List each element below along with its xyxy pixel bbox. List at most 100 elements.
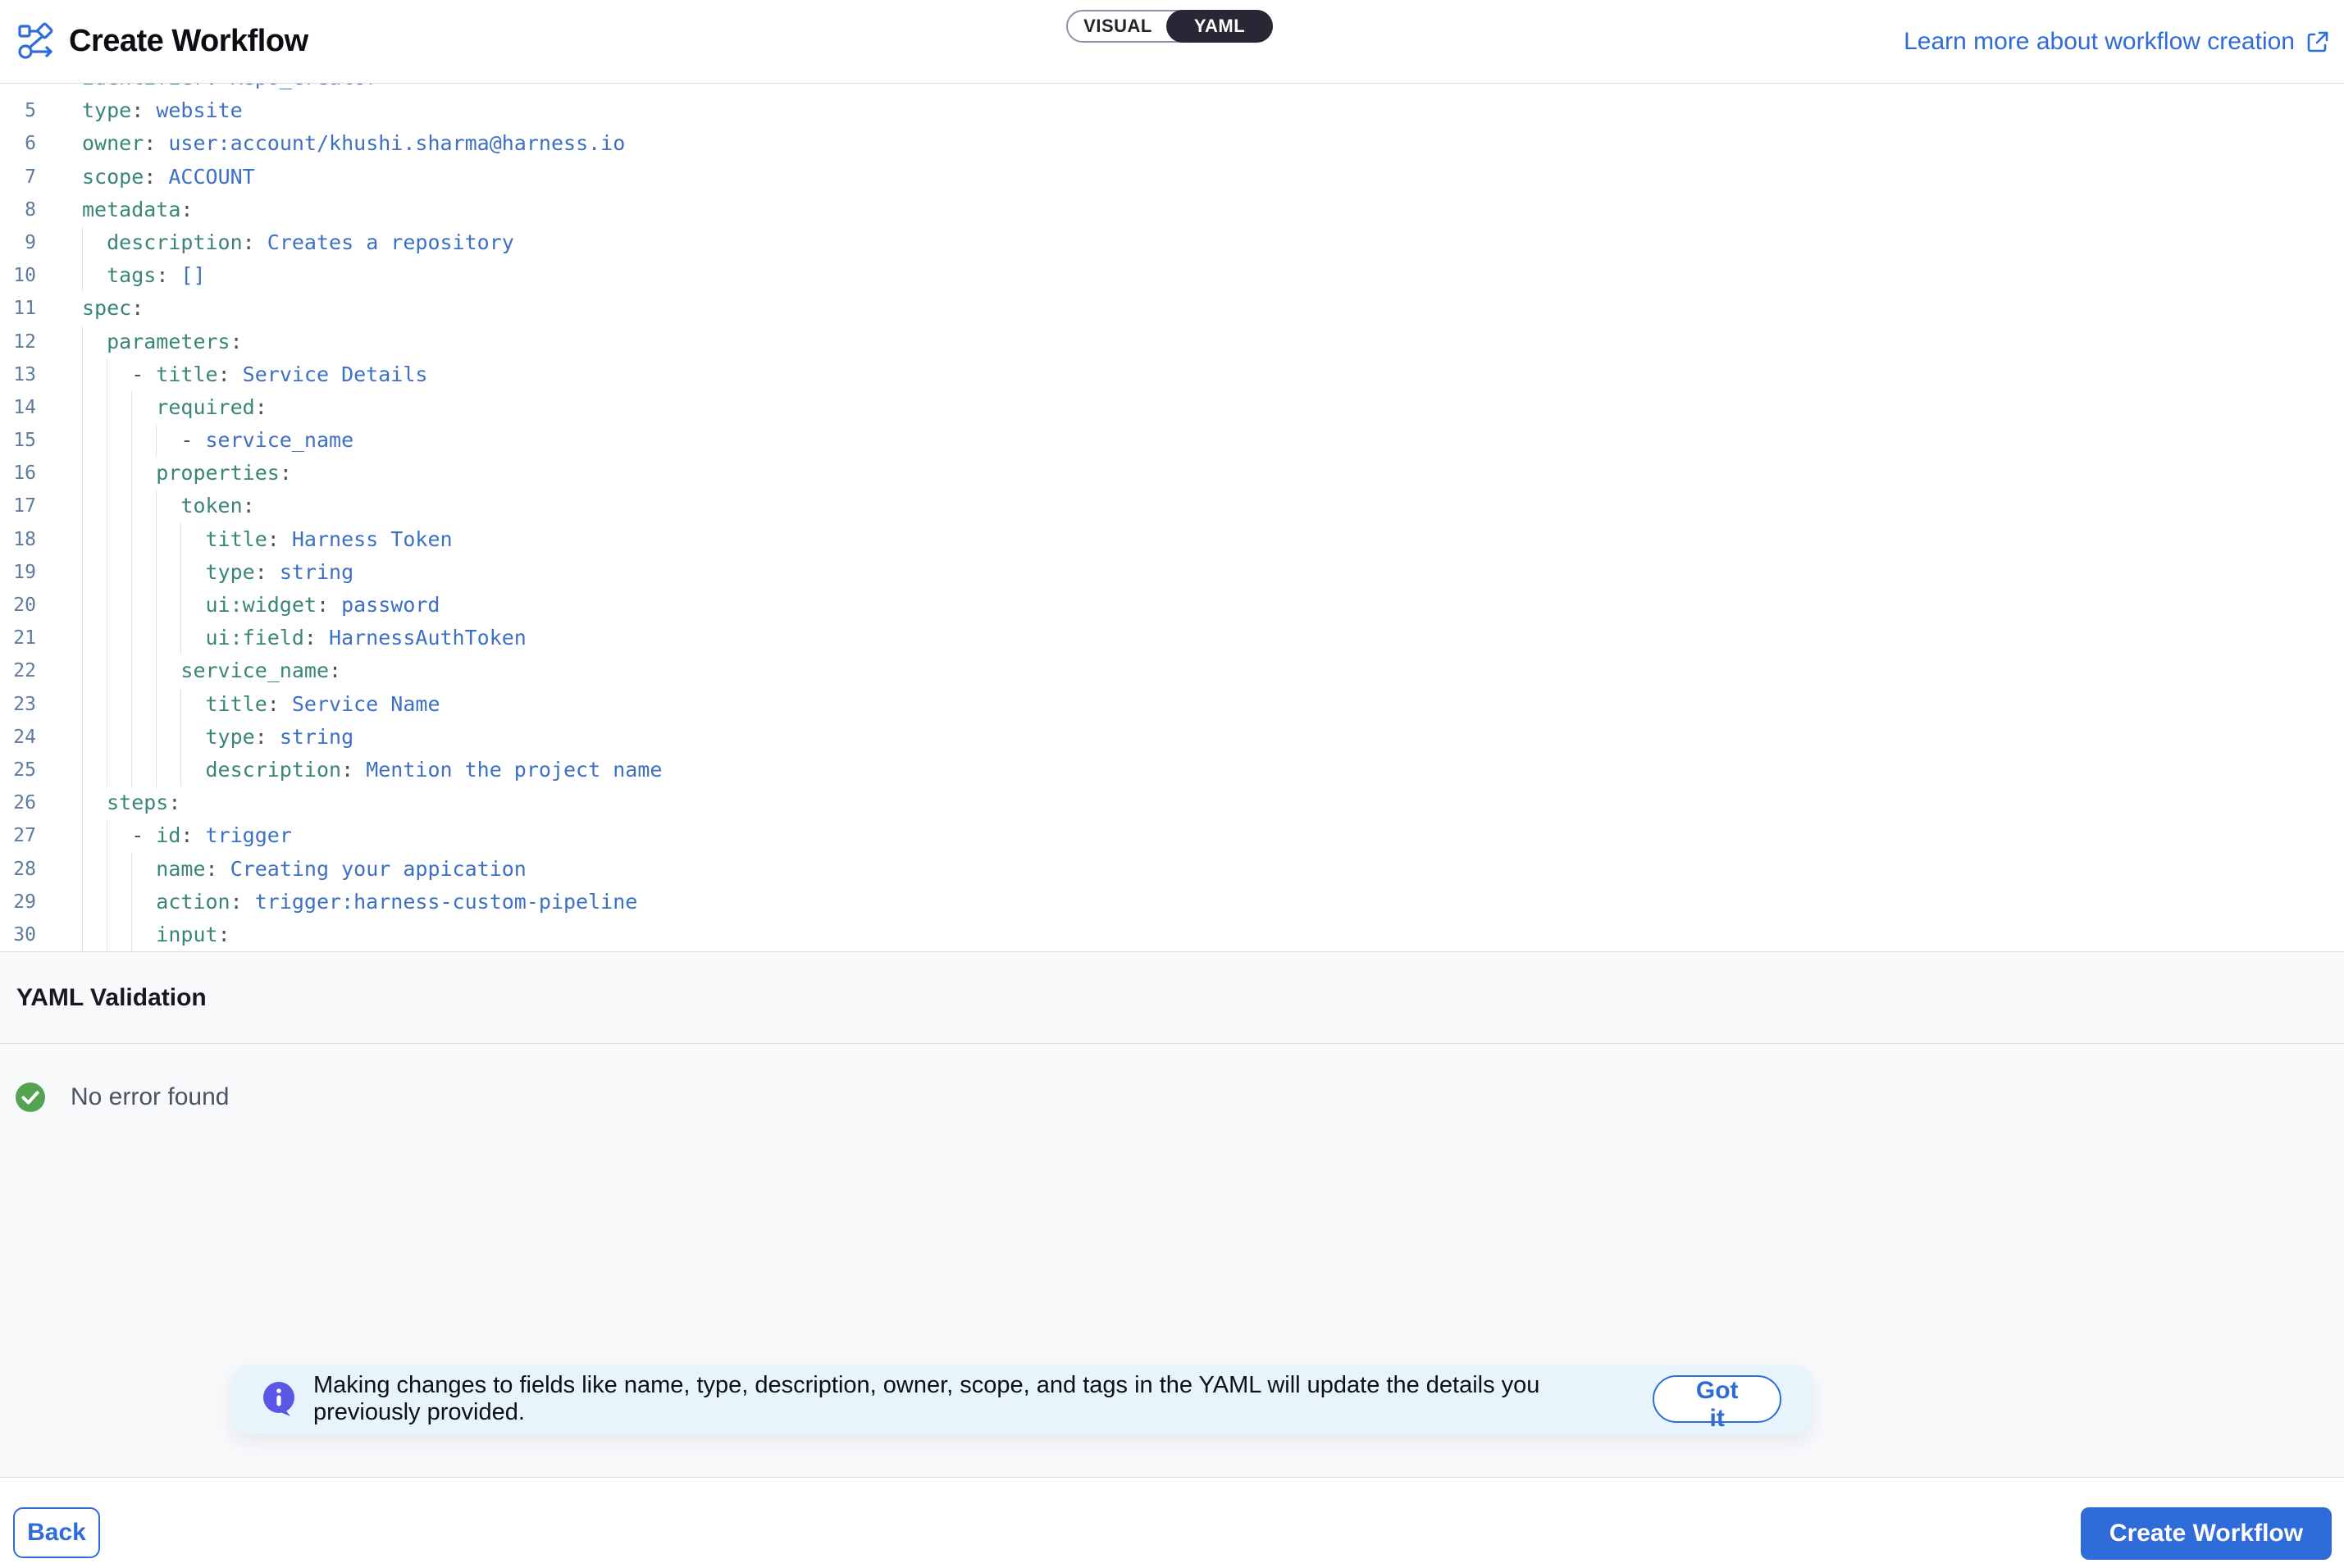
indent-guide <box>82 391 83 424</box>
indent-guide <box>82 457 83 490</box>
back-button[interactable]: Back <box>13 1507 100 1558</box>
view-toggle[interactable]: VISUAL YAML <box>1066 10 1273 43</box>
indent-guide <box>131 556 132 589</box>
create-workflow-button[interactable]: Create Workflow <box>2081 1507 2332 1560</box>
toggle-visual[interactable]: VISUAL <box>1068 11 1168 41</box>
external-link-icon <box>2305 29 2331 55</box>
indent-guide <box>180 622 181 654</box>
line-number: 30 <box>0 918 36 951</box>
code-line[interactable]: 6owner: user:account/khushi.sharma@harne… <box>0 127 2344 160</box>
indent-guide <box>180 523 181 556</box>
code-line[interactable]: 18title: Harness Token <box>0 523 2344 556</box>
indent-guide <box>156 523 157 556</box>
indent-guide <box>82 358 83 391</box>
learn-more-link[interactable]: Learn more about workflow creation <box>1904 0 2331 84</box>
line-number: 29 <box>0 886 36 918</box>
header: Create Workflow VISUAL YAML Learn more a… <box>0 0 2344 84</box>
indent-guide <box>156 654 157 687</box>
yaml-editor[interactable]: 4identifier: Repo_creator5type: website6… <box>0 84 2344 952</box>
validation-panel-header: YAML Validation <box>0 952 2344 1044</box>
indent-guide <box>82 490 83 522</box>
info-bubble-icon <box>261 1380 299 1418</box>
code-line[interactable]: 29action: trigger:harness-custom-pipelin… <box>0 886 2344 918</box>
success-check-icon <box>15 1082 46 1113</box>
code-line[interactable]: 15- service_name <box>0 424 2344 457</box>
line-number: 5 <box>0 94 36 127</box>
indent-guide <box>131 391 132 424</box>
code-line[interactable]: 5type: website <box>0 94 2344 127</box>
indent-guide <box>131 754 132 786</box>
page-title: Create Workflow <box>69 24 308 59</box>
line-number: 15 <box>0 424 36 457</box>
code-line[interactable]: 10tags: [] <box>0 259 2344 292</box>
code-line[interactable]: 9description: Creates a repository <box>0 226 2344 259</box>
indent-guide <box>82 721 83 754</box>
banner-message: Making changes to fields like name, type… <box>313 1372 1653 1426</box>
indent-guide <box>156 556 157 589</box>
code-line[interactable]: 20ui:widget: password <box>0 589 2344 622</box>
indent-guide <box>131 424 132 457</box>
code-line[interactable]: 13- title: Service Details <box>0 358 2344 391</box>
indent-guide <box>82 819 83 852</box>
code-line[interactable]: 19type: string <box>0 556 2344 589</box>
learn-more-label: Learn more about workflow creation <box>1904 28 2295 56</box>
code-line[interactable]: 21ui:field: HarnessAuthToken <box>0 622 2344 654</box>
indent-guide <box>131 721 132 754</box>
code-line[interactable]: 12parameters: <box>0 326 2344 358</box>
line-number: 20 <box>0 589 36 622</box>
indent-guide <box>180 754 181 786</box>
code-line[interactable]: 8metadata: <box>0 194 2344 226</box>
indent-guide <box>131 918 132 951</box>
code-line[interactable]: 17token: <box>0 490 2344 522</box>
indent-guide <box>131 688 132 721</box>
line-number: 12 <box>0 326 36 358</box>
line-number: 25 <box>0 754 36 786</box>
code-lines: 4identifier: Repo_creator5type: website6… <box>0 84 2344 951</box>
code-line[interactable]: 11spec: <box>0 292 2344 325</box>
line-number: 7 <box>0 161 36 194</box>
line-number: 27 <box>0 819 36 852</box>
indent-guide <box>131 654 132 687</box>
line-number: 21 <box>0 622 36 654</box>
indent-guide <box>156 688 157 721</box>
code-line[interactable]: 28name: Creating your appication <box>0 853 2344 886</box>
indent-guide <box>156 424 157 457</box>
indent-guide <box>82 786 83 819</box>
indent-guide <box>82 589 83 622</box>
got-it-button[interactable]: Got it <box>1653 1375 1781 1423</box>
validation-content: No error found Making changes to fields … <box>0 1044 2344 1478</box>
code-line[interactable]: 27- id: trigger <box>0 819 2344 852</box>
indent-guide <box>131 490 132 522</box>
line-number: 24 <box>0 721 36 754</box>
indent-guide <box>82 424 83 457</box>
indent-guide <box>156 490 157 522</box>
code-line[interactable]: 7scope: ACCOUNT <box>0 161 2344 194</box>
indent-guide <box>131 523 132 556</box>
line-number: 6 <box>0 127 36 160</box>
line-number: 10 <box>0 259 36 292</box>
indent-guide <box>82 886 83 918</box>
code-line[interactable]: 30input: <box>0 918 2344 951</box>
footer: Back Create Workflow <box>0 1478 2344 1568</box>
validation-result-row: No error found <box>0 1044 2344 1113</box>
indent-guide <box>82 754 83 786</box>
code-line[interactable]: 24type: string <box>0 721 2344 754</box>
indent-guide <box>180 688 181 721</box>
code-line[interactable]: 25description: Mention the project name <box>0 754 2344 786</box>
code-line[interactable]: 26steps: <box>0 786 2344 819</box>
toggle-yaml[interactable]: YAML <box>1166 10 1273 43</box>
indent-guide <box>131 853 132 886</box>
code-line[interactable]: 14required: <box>0 391 2344 424</box>
code-line[interactable]: 16properties: <box>0 457 2344 490</box>
line-number: 9 <box>0 226 36 259</box>
line-number: 26 <box>0 786 36 819</box>
create-workflow-page: Create Workflow VISUAL YAML Learn more a… <box>0 0 2344 1568</box>
code-line[interactable]: 23title: Service Name <box>0 688 2344 721</box>
code-line[interactable]: 4identifier: Repo_creator <box>0 84 2344 94</box>
line-number: 16 <box>0 457 36 490</box>
indent-guide <box>82 622 83 654</box>
code-line[interactable]: 22service_name: <box>0 654 2344 687</box>
validation-title: YAML Validation <box>16 984 207 1012</box>
line-number: 23 <box>0 688 36 721</box>
line-number: 13 <box>0 358 36 391</box>
